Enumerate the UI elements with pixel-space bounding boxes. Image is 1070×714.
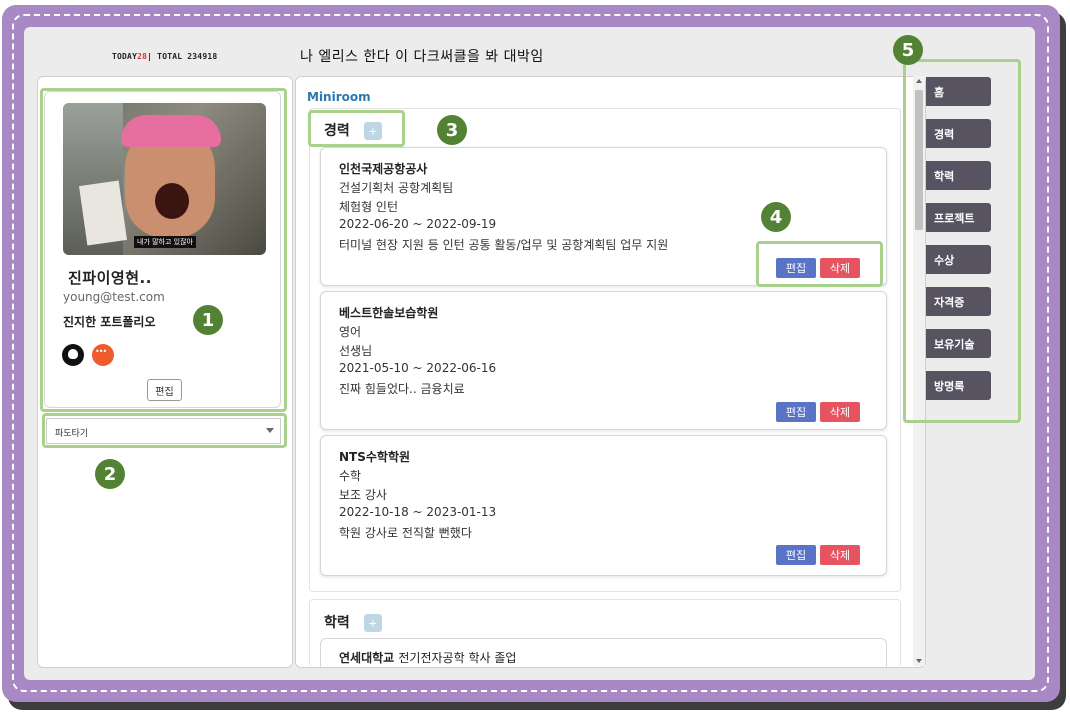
highlight-entry-buttons [756,241,883,287]
entry-org: 인천국제공항공사 [339,162,428,176]
entry-period: 2021-05-10 ~ 2022-06-16 [339,361,497,375]
visitor-counter: TODAY28| TOTAL 234918 [112,52,217,61]
education-entry: 연세대학교 전기전자공학 학사 졸업 [320,638,887,667]
annotation-badge-1: 1 [193,305,223,335]
entry-dept: 수학 [339,469,362,483]
education-school: 연세대학교 전기전자공학 학사 졸업 [339,649,516,666]
entry-dept: 건설기획처 공항계획팀 [339,181,454,195]
career-entry: NTS수학학원 수학 보조 강사 2022-10-18 ~ 2023-01-13… [320,435,887,576]
today-label: TODAY [112,52,138,61]
entry-dept: 영어 [339,325,362,339]
scroll-down-icon[interactable] [916,659,922,663]
highlight-nav [903,59,1021,423]
entry-period: 2022-10-18 ~ 2023-01-13 [339,505,497,519]
entry-period: 2022-06-20 ~ 2022-09-19 [339,217,497,231]
entry-desc: 진짜 힘들었다.. 금융치료 [339,382,465,396]
page-title: 나 엘리스 한다 이 다크써클을 봐 대박임 [300,49,544,65]
entry-org: 베스트한솔보습학원 [339,306,439,320]
school-name: 연세대학교 [339,651,395,665]
delete-button[interactable]: 삭제 [820,545,860,565]
career-entry: 베스트한솔보습학원 영어 선생님 2021-05-10 ~ 2022-06-16… [320,291,887,430]
delete-button[interactable]: 삭제 [820,402,860,422]
total-count: | TOTAL 234918 [147,52,218,61]
highlight-profile [40,88,287,412]
miniroom-label: Miniroom [307,90,371,104]
today-count: 28 [137,52,148,61]
highlight-career-heading [308,110,405,147]
edit-button[interactable]: 편집 [776,402,816,422]
highlight-bgm [42,413,287,448]
annotation-badge-3: 3 [437,115,467,145]
entry-desc: 학원 강사로 전직할 뻔했다 [339,526,472,540]
annotation-badge-4: 4 [761,202,791,232]
entry-role: 보조 강사 [339,488,387,502]
school-detail: 전기전자공학 학사 졸업 [398,651,517,665]
education-heading: 학력 [324,615,350,631]
entry-role: 체험형 인턴 [339,200,399,214]
entry-org: NTS수학학원 [339,450,411,464]
edit-button[interactable]: 편집 [776,545,816,565]
annotation-badge-2: 2 [95,459,125,489]
entry-role: 선생님 [339,344,373,358]
entry-desc: 터미널 현장 지원 등 인턴 공통 활동/업무 및 공항계획팀 업무 지원 [339,238,669,252]
annotation-badge-5: 5 [893,35,923,65]
add-education-button[interactable]: + [364,614,382,632]
